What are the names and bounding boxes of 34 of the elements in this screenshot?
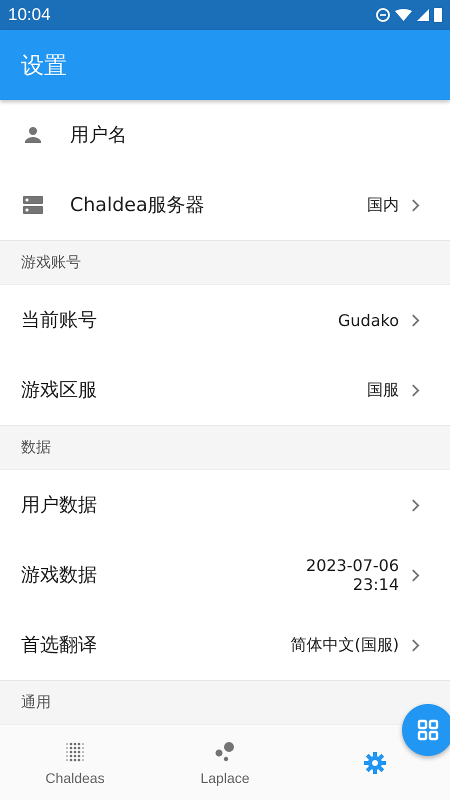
settings-row[interactable]: 游戏数据 2023-07-06 23:14 [0,540,450,610]
row-label: 游戏区服 [21,378,98,403]
server-icon [21,193,45,217]
nav-tab[interactable]: Laplace [150,725,300,800]
nav-tab[interactable]: Chaldeas [0,725,150,800]
app-bar-title: 设置 [21,52,67,80]
grid-icon [417,719,439,741]
settings-row[interactable]: 用户名 [0,100,450,170]
row-label: 用户名 [70,123,128,148]
settings-row[interactable]: 用户数据 [0,470,450,540]
row-value: 简体中文(国服) [290,634,399,656]
bubbles-icon [213,740,237,764]
section-title: 数据 [21,438,51,457]
settings-row[interactable]: 当前账号 Gudako [0,285,450,355]
battery-icon [434,8,442,22]
section-title: 通用 [21,693,51,712]
row-label: 当前账号 [21,308,98,333]
row-label: Chaldea服务器 [70,193,206,218]
row-label: 首选翻译 [21,633,98,658]
wifi-icon [395,9,412,21]
do-not-disturb-icon [376,8,390,22]
row-label: 游戏数据 [21,563,98,588]
row-value: 国内 [367,194,399,216]
settings-row[interactable]: 首选翻译 简体中文(国服) [0,610,450,680]
row-value: Gudako [338,310,399,330]
signal-icon [417,9,429,21]
row-value: 2023-07-06 23:14 [306,556,399,594]
settings-icon [363,750,387,774]
row-value: 国服 [367,380,399,400]
settings-row[interactable]: 游戏区服 国服 [0,355,450,425]
settings-row[interactable]: Chaldea服务器 国内 [0,170,450,240]
section-title: 游戏账号 [21,253,81,272]
status-time: 10:04 [8,5,51,25]
row-label: 用户数据 [21,493,98,518]
